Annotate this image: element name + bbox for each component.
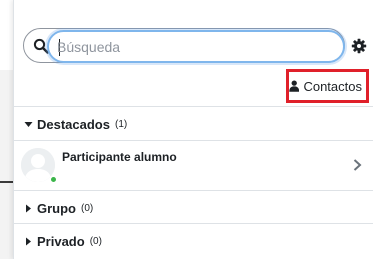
section-private-toggle[interactable]: Privado (0) <box>14 224 373 258</box>
search-row <box>23 28 373 64</box>
contacts-label: Contactos <box>303 78 362 94</box>
person-icon <box>289 80 300 92</box>
contacts-button[interactable]: Contactos <box>286 69 369 103</box>
section-group-title: Grupo <box>37 200 76 216</box>
caret-right-icon <box>26 204 31 212</box>
section-starred: Destacados (1) <box>14 106 373 141</box>
search-input-focus-ring <box>47 30 345 63</box>
contact-name: Participante alumno <box>62 150 177 164</box>
caret-right-icon <box>26 237 31 245</box>
backdrop-divider <box>0 181 14 183</box>
contact-list-item[interactable]: Participante alumno <box>14 140 373 188</box>
online-status-indicator <box>50 176 57 183</box>
section-starred-title: Destacados <box>37 116 110 132</box>
section-private: Privado (0) <box>14 223 373 258</box>
messaging-drawer: Contactos Destacados (1) Participante al… <box>13 0 373 259</box>
section-starred-count: (1) <box>114 118 128 130</box>
section-starred-toggle[interactable]: Destacados (1) <box>14 107 373 141</box>
section-private-count: (0) <box>89 235 102 247</box>
chevron-right-icon <box>353 159 362 171</box>
gear-icon[interactable] <box>351 38 367 54</box>
section-group: Grupo (0) <box>14 190 373 225</box>
search-box[interactable] <box>23 28 345 63</box>
caret-down-icon <box>24 121 33 127</box>
section-group-toggle[interactable]: Grupo (0) <box>14 191 373 225</box>
section-group-count: (0) <box>81 202 94 214</box>
section-private-title: Privado <box>37 233 85 249</box>
backdrop-panel <box>0 70 14 259</box>
search-input[interactable] <box>57 37 327 57</box>
